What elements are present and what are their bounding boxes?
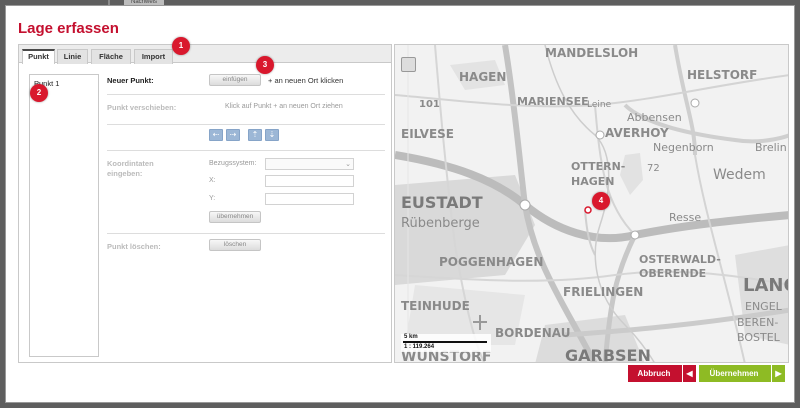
divider — [107, 124, 385, 125]
coordinates-label-2: eingeben: — [107, 169, 143, 178]
delete-button[interactable]: löschen — [209, 239, 261, 251]
map-label: OSTERWALD- — [639, 253, 721, 266]
map-label: BORDENAU — [495, 326, 570, 340]
geometry-tabbar: Punkt Linie Fläche Import — [19, 45, 391, 64]
arrow-down-icon[interactable]: ⇣ — [265, 129, 279, 141]
cancel-button[interactable]: Abbruch ◀ — [628, 365, 696, 382]
map-label: Wedem — [713, 167, 766, 183]
map-label: Negenborn — [653, 141, 714, 154]
edit-panel: Punkt Linie Fläche Import Punkt 1 Neuer … — [18, 44, 392, 363]
map-label: HAGEN — [459, 70, 506, 84]
insert-button[interactable]: einfügen — [209, 74, 261, 86]
tab-import[interactable]: Import — [134, 49, 173, 64]
arrow-left-icon[interactable]: ⇠ — [209, 129, 223, 141]
map-label: EUSTADT — [401, 193, 483, 212]
move-point-label: Punkt verschieben: — [107, 103, 177, 112]
arrow-up-icon[interactable]: ⇡ — [248, 129, 262, 141]
chevron-right-icon: ▶ — [771, 365, 785, 382]
map-label: AVERHOY — [605, 126, 669, 140]
tab-punkt[interactable]: Punkt — [22, 49, 55, 64]
x-field[interactable] — [265, 175, 354, 187]
lage-erfassen-dialog: Lage erfassen Punkt Linie Fläche Import … — [5, 5, 795, 403]
map-label: OBERENDE — [639, 267, 706, 280]
map-label: Leine — [587, 100, 612, 110]
map-label: LANG — [743, 275, 789, 296]
map-label: TEINHUDE — [401, 299, 470, 313]
map-label: HAGEN — [571, 175, 614, 188]
map-label: EILVESE — [401, 127, 454, 141]
x-label: X: — [209, 177, 216, 184]
reference-system-select[interactable]: ⌄ — [265, 158, 354, 170]
map-label: 72 — [647, 163, 660, 174]
move-point-hint: Klick auf Punkt + an neuen Ort ziehen — [225, 103, 343, 110]
annotation-marker-2: 2 — [30, 84, 48, 102]
point-list: Punkt 1 — [29, 74, 99, 357]
scale-ratio: 1 : 119.264 — [404, 344, 435, 350]
divider — [107, 94, 385, 95]
annotation-marker-4: 4 — [592, 192, 610, 210]
map-label: MANDELSLOH — [545, 46, 638, 60]
map-label: Resse — [669, 211, 701, 224]
map-label: 101 — [419, 99, 440, 110]
arrow-right-icon[interactable]: ⇢ — [226, 129, 240, 141]
annotation-marker-1: 1 — [172, 37, 190, 55]
y-field[interactable] — [265, 193, 354, 205]
map-label: OTTERN- — [571, 160, 625, 173]
map-zoom-control[interactable] — [401, 57, 416, 72]
new-point-hint: + an neuen Ort klicken — [268, 76, 344, 85]
scale-distance: 5 km — [404, 334, 418, 340]
map-label: ENGEL — [745, 300, 783, 313]
accept-button-label: Übernehmen — [709, 369, 759, 378]
map-label: MARIENSEE — [517, 95, 589, 108]
coordinates-label: Koordintaten — [107, 159, 154, 168]
map-label: POGGENHAGEN — [439, 255, 543, 269]
reference-system-label: Bezugssystem: — [209, 160, 257, 167]
chevron-left-icon: ◀ — [682, 365, 696, 382]
map-label: GARBSEN — [565, 346, 651, 363]
delete-point-label: Punkt löschen: — [107, 242, 161, 251]
chevron-down-icon: ⌄ — [345, 161, 351, 168]
tab-linie[interactable]: Linie — [57, 49, 88, 64]
map-label: Abbensen — [627, 111, 682, 124]
map-label: BOSTEL — [737, 331, 781, 344]
new-point-label: Neuer Punkt: — [107, 76, 154, 85]
map-label: Brelin — [755, 141, 787, 154]
map-label: Rübenberge — [401, 216, 480, 231]
accept-button[interactable]: Übernehmen ▶ — [699, 365, 785, 382]
scale-line — [403, 341, 487, 343]
divider — [107, 233, 385, 234]
y-label: Y: — [209, 195, 216, 202]
point-marker[interactable] — [584, 206, 592, 214]
map-label: HELSTORF — [687, 68, 757, 82]
map-scale-bar: 5 km 1 : 119.264 — [401, 334, 491, 352]
annotation-marker-3: 3 — [256, 56, 274, 74]
cancel-button-label: Abbruch — [637, 369, 671, 378]
map-label: BEREN- — [737, 316, 778, 329]
apply-coordinates-button[interactable]: übernehmen — [209, 211, 261, 223]
dialog-title: Lage erfassen — [18, 20, 119, 37]
divider — [107, 150, 385, 151]
tab-flaeche[interactable]: Fläche — [91, 49, 131, 64]
map-label: FRIELINGEN — [563, 285, 643, 299]
